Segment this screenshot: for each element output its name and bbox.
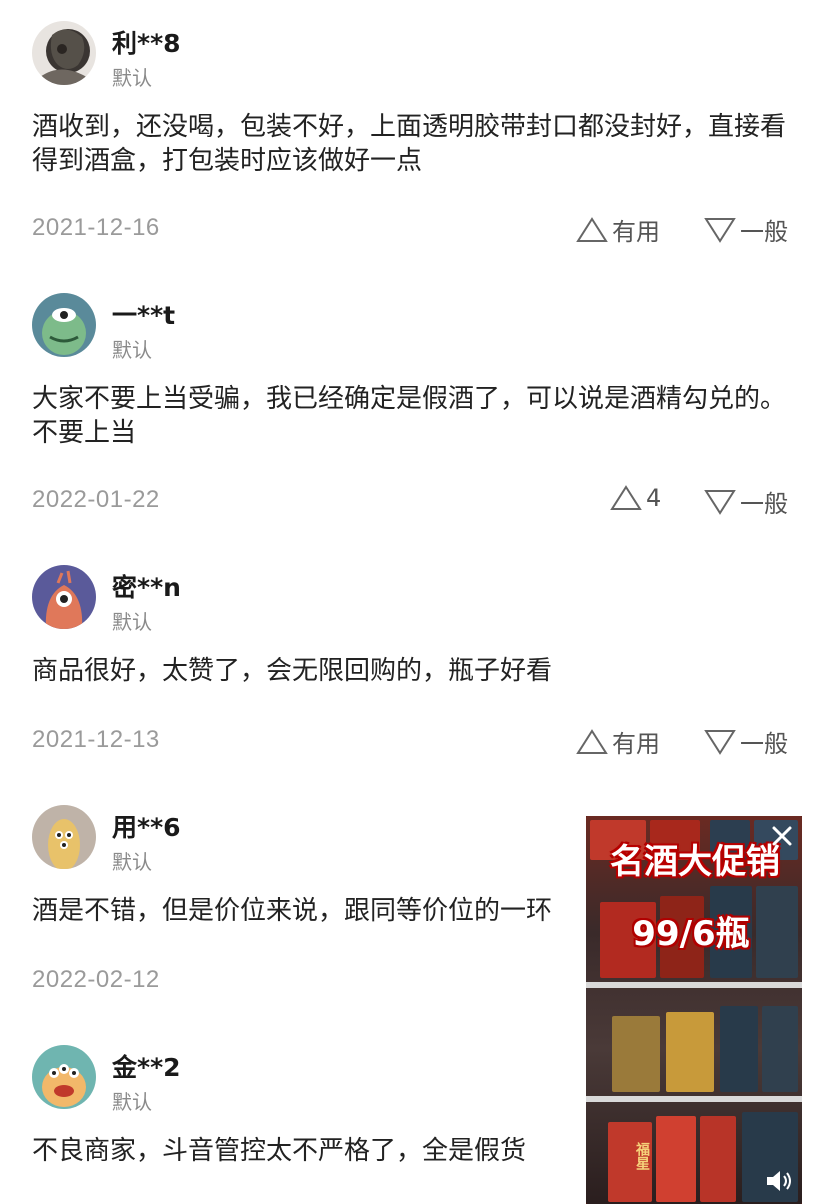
liquor-box — [762, 1006, 798, 1092]
username: 密**n — [112, 573, 181, 602]
helpful-button[interactable]: 有用 — [576, 724, 660, 759]
speaker-icon[interactable] — [764, 1168, 794, 1194]
user-avatar[interactable] — [32, 293, 96, 357]
sku-tag: 默认 — [112, 66, 152, 90]
helpful-button[interactable]: 有用 — [576, 212, 660, 247]
sku-tag: 默认 — [112, 850, 152, 874]
username: 一**t — [112, 301, 176, 330]
liquor-box — [666, 1012, 714, 1092]
thumbs-up-triangle-icon — [576, 728, 608, 754]
teal-monster-avatar-icon — [32, 1045, 96, 1109]
floating-video-ad[interactable]: 福星 名酒大促销 99/6瓶 — [586, 816, 802, 1204]
username: 用**6 — [112, 813, 181, 842]
photo-avatar-icon — [32, 21, 96, 85]
sku-tag: 默认 — [112, 610, 152, 634]
not-helpful-label: 一般 — [740, 730, 788, 758]
not-helpful-button[interactable]: 一般 — [704, 724, 788, 759]
shelf-divider — [586, 1096, 802, 1102]
review-date: 2022-02-12 — [32, 966, 160, 993]
liquor-box — [656, 1116, 696, 1202]
helpful-button[interactable]: 4 — [610, 484, 661, 512]
sku-tag: 默认 — [112, 1090, 152, 1114]
liquor-box — [612, 1016, 660, 1092]
helpful-count: 4 — [646, 484, 662, 512]
green-monster-avatar-icon — [32, 293, 96, 357]
not-helpful-label: 一般 — [740, 218, 788, 246]
thumbs-down-triangle-icon — [704, 489, 736, 515]
review-date: 2021-12-13 — [32, 726, 160, 753]
review-text: 不良商家，斗音管控太不严格了，全是假货 — [32, 1136, 527, 1166]
username: 金**2 — [112, 1053, 181, 1082]
thumbs-up-triangle-icon — [610, 485, 642, 510]
review-text: 大家不要上当受骗，我已经确定是假酒了，可以说是酒精勾兑的。不要上当 — [32, 384, 787, 448]
bottle-label: 福星 — [634, 1142, 650, 1170]
user-avatar[interactable] — [32, 21, 96, 85]
ad-price: 99/6瓶 — [632, 914, 750, 954]
sku-tag: 默认 — [112, 338, 152, 362]
review-text: 酒是不错，但是价位来说，跟同等价位的一环 — [32, 896, 553, 926]
review-date: 2022-01-22 — [32, 486, 160, 513]
user-avatar[interactable] — [32, 1045, 96, 1109]
user-avatar[interactable] — [32, 565, 96, 629]
helpful-label: 有用 — [612, 218, 660, 246]
liquor-box — [720, 1006, 758, 1092]
liquor-box — [700, 1116, 736, 1202]
username: 利**8 — [112, 29, 181, 58]
review-text: 酒收到，还没喝，包装不好，上面透明胶带封口都没封好，直接看得到酒盒，打包装时应该… — [32, 112, 787, 176]
review-date: 2021-12-16 — [32, 214, 160, 241]
not-helpful-button[interactable]: 一般 — [704, 484, 788, 519]
thumbs-up-triangle-icon — [576, 216, 608, 242]
close-icon[interactable] — [768, 822, 796, 850]
not-helpful-label: 一般 — [740, 490, 788, 518]
tan-monster-avatar-icon — [32, 805, 96, 869]
thumbs-down-triangle-icon — [704, 729, 736, 755]
user-avatar[interactable] — [32, 805, 96, 869]
not-helpful-button[interactable]: 一般 — [704, 212, 788, 247]
shelf-divider — [586, 982, 802, 988]
thumbs-down-triangle-icon — [704, 217, 736, 243]
helpful-label: 有用 — [612, 730, 660, 758]
orange-monster-avatar-icon — [32, 565, 96, 629]
review-text: 商品很好，太赞了，会无限回购的，瓶子好看 — [32, 656, 553, 686]
